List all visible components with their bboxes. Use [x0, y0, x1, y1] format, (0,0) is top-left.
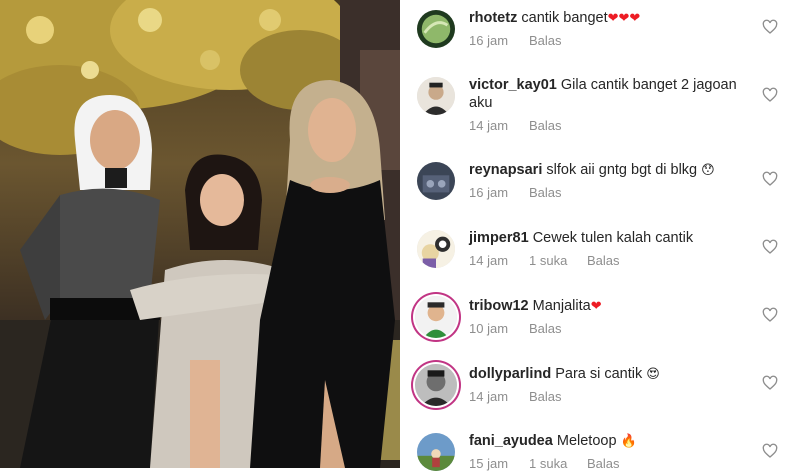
- comment-meta: 10 jam Balas: [469, 321, 562, 336]
- avatar[interactable]: [417, 77, 455, 115]
- comment-text: Para si cantik: [555, 366, 643, 382]
- comment-username[interactable]: dollyparlind: [469, 366, 551, 382]
- comment-meta: 14 jam 1 suka Balas: [469, 253, 620, 268]
- reply-button[interactable]: Balas: [529, 389, 562, 404]
- reply-button[interactable]: Balas: [529, 185, 562, 200]
- heart-outline-icon[interactable]: [762, 443, 778, 459]
- comment-meta: 14 jam Balas: [469, 118, 562, 133]
- comment-likes[interactable]: 1 suka: [529, 253, 587, 268]
- comments-list: rhotetz cantik banget❤❤❤ 16 jam Balas vi…: [400, 0, 800, 475]
- comment-text: slfok aii gntg bgt di blkg: [546, 162, 698, 178]
- comment-body: tribow12 Manjalita❤: [469, 297, 749, 316]
- comment-time[interactable]: 16 jam: [469, 185, 529, 200]
- comment-likes[interactable]: 1 suka: [529, 456, 587, 471]
- heart-outline-icon[interactable]: [762, 307, 778, 323]
- comment-text: Cewek tulen kalah cantik: [532, 230, 694, 246]
- comment-body: victor_kay01 Gila cantik banget 2 jagoan…: [469, 76, 744, 112]
- comment-time[interactable]: 14 jam: [469, 253, 529, 268]
- comment-username[interactable]: rhotetz: [469, 10, 517, 26]
- comment-body: jimper81 Cewek tulen kalah cantik: [469, 229, 749, 247]
- comment-body: reynapsari slfok aii gntg bgt di blkg 😯: [469, 161, 749, 180]
- surprised-emoji: 😯: [701, 163, 715, 178]
- comment-meta: 15 jam 1 suka Balas: [469, 456, 620, 471]
- comment-text: Meletoop: [556, 433, 617, 449]
- reply-button[interactable]: Balas: [587, 456, 620, 471]
- comment-username[interactable]: reynapsari: [469, 162, 542, 178]
- comment-meta: 16 jam Balas: [469, 33, 562, 48]
- avatar[interactable]: [417, 433, 455, 471]
- avatar[interactable]: [417, 10, 455, 48]
- comment-body: dollyparlind Para si cantik 😍: [469, 365, 749, 384]
- fire-emoji: 🔥: [620, 434, 637, 449]
- heart-outline-icon[interactable]: [762, 239, 778, 255]
- post-photo: [0, 0, 400, 468]
- comment-username[interactable]: jimper81: [469, 230, 529, 246]
- comment-time[interactable]: 14 jam: [469, 118, 529, 133]
- reply-button[interactable]: Balas: [529, 33, 562, 48]
- comment-time[interactable]: 15 jam: [469, 456, 529, 471]
- heart-emoji: ❤: [590, 299, 602, 314]
- comment-body: rhotetz cantik banget❤❤❤: [469, 9, 749, 28]
- comment-text: cantik banget: [521, 10, 608, 26]
- comment-time[interactable]: 16 jam: [469, 33, 529, 48]
- heart-outline-icon[interactable]: [762, 19, 778, 35]
- heart-outline-icon[interactable]: [762, 87, 778, 103]
- comment-text: Manjalita: [532, 298, 591, 314]
- post-photo-illustration: [0, 0, 400, 468]
- avatar[interactable]: [417, 162, 455, 200]
- avatar[interactable]: [415, 364, 457, 406]
- comment-username[interactable]: victor_kay01: [469, 77, 557, 93]
- reply-button[interactable]: Balas: [529, 118, 562, 133]
- heart-emoji: ❤❤❤: [607, 11, 641, 26]
- comment-meta: 14 jam Balas: [469, 389, 562, 404]
- heart-eyes-emoji: 😍: [646, 367, 660, 382]
- comment-username[interactable]: fani_ayudea: [469, 433, 553, 449]
- reply-button[interactable]: Balas: [587, 253, 620, 268]
- comment-time[interactable]: 14 jam: [469, 389, 529, 404]
- avatar[interactable]: [417, 230, 455, 268]
- comment-username[interactable]: tribow12: [469, 298, 529, 314]
- comment-body: fani_ayudea Meletoop 🔥: [469, 432, 749, 451]
- heart-outline-icon[interactable]: [762, 375, 778, 391]
- heart-outline-icon[interactable]: [762, 171, 778, 187]
- avatar[interactable]: [415, 296, 457, 338]
- comment-time[interactable]: 10 jam: [469, 321, 529, 336]
- comment-meta: 16 jam Balas: [469, 185, 562, 200]
- reply-button[interactable]: Balas: [529, 321, 562, 336]
